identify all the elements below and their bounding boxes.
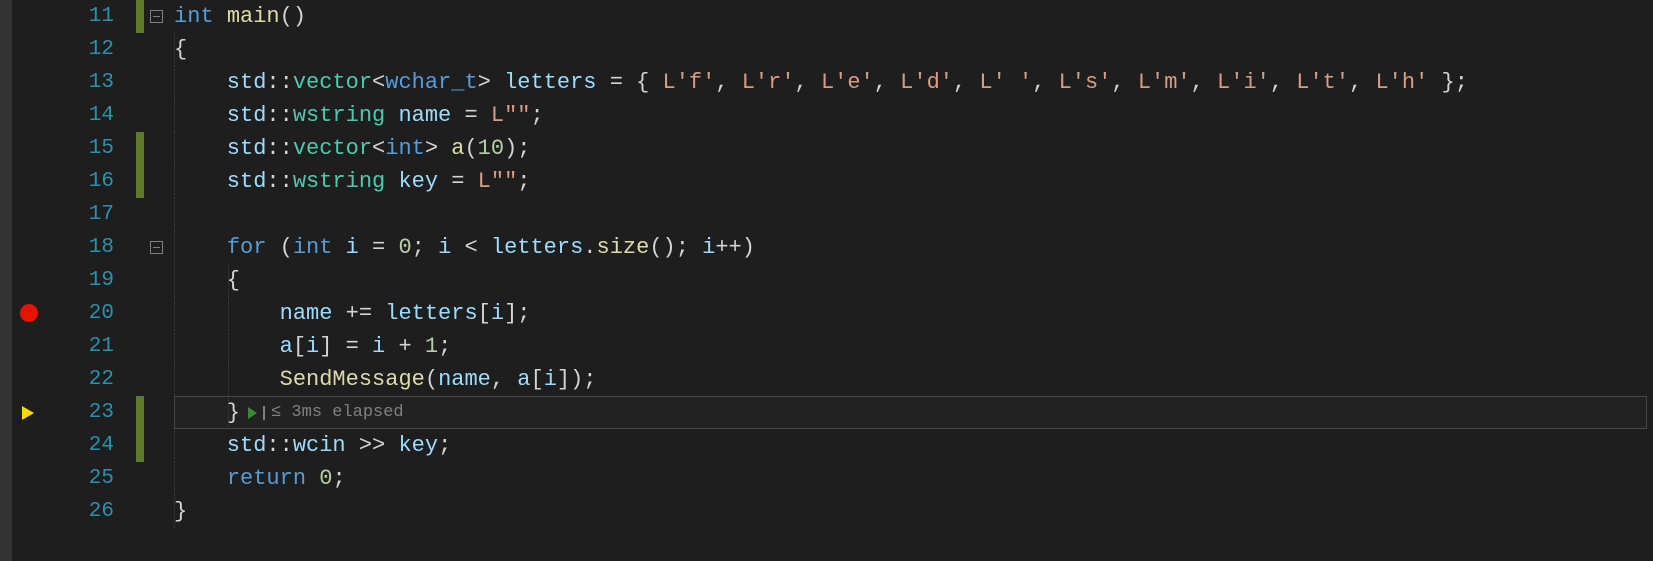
code-line[interactable]: for (int i = 0; i < letters.size(); i++)	[174, 231, 1653, 264]
line-number: 18	[46, 231, 114, 264]
fold-collapse-icon[interactable]	[150, 241, 163, 254]
change-mark	[136, 0, 144, 33]
fold-gutter[interactable]	[146, 0, 174, 561]
perf-tip[interactable]: ≤ 3ms elapsed	[248, 396, 404, 429]
play-icon	[248, 407, 257, 419]
line-number: 21	[46, 330, 114, 363]
breakpoint-gutter[interactable]	[12, 0, 46, 561]
change-mark	[136, 132, 144, 198]
code-line[interactable]: }	[174, 495, 1653, 528]
perf-tip-text: ≤ 3ms elapsed	[271, 396, 404, 429]
line-number: 16	[46, 165, 114, 198]
line-number: 11	[46, 0, 114, 33]
editor-left-strip	[0, 0, 12, 561]
line-number: 26	[46, 495, 114, 528]
code-line[interactable]: {	[174, 264, 1653, 297]
code-line[interactable]: std::vector<int> a(10);	[174, 132, 1653, 165]
line-number: 25	[46, 462, 114, 495]
code-line[interactable]	[174, 198, 1653, 231]
line-number: 15	[46, 132, 114, 165]
code-line[interactable]: {	[174, 33, 1653, 66]
code-line[interactable]: return 0;	[174, 462, 1653, 495]
code-line[interactable]: std::vector<wchar_t> letters = { L'f', L…	[174, 66, 1653, 99]
bar-icon	[263, 406, 265, 420]
line-number-gutter: 11121314151617181920212223242526	[46, 0, 136, 561]
line-number: 19	[46, 264, 114, 297]
line-number: 22	[46, 363, 114, 396]
code-line[interactable]: std::wstring key = L"";	[174, 165, 1653, 198]
line-number: 12	[46, 33, 114, 66]
line-number: 17	[46, 198, 114, 231]
code-line[interactable]: }≤ 3ms elapsed	[174, 396, 1653, 429]
line-number: 24	[46, 429, 114, 462]
breakpoint-icon[interactable]	[20, 304, 38, 322]
code-line[interactable]: SendMessage(name, a[i]);	[174, 363, 1653, 396]
change-mark	[136, 396, 144, 462]
line-number: 20	[46, 297, 114, 330]
code-line[interactable]: int main()	[174, 0, 1653, 33]
code-editor[interactable]: 11121314151617181920212223242526 int mai…	[0, 0, 1653, 561]
line-number: 23	[46, 396, 114, 429]
change-indicator-gutter	[136, 0, 146, 561]
fold-collapse-icon[interactable]	[150, 10, 163, 23]
current-line-arrow-icon	[22, 406, 34, 420]
code-line[interactable]: std::wcin >> key;	[174, 429, 1653, 462]
line-number: 14	[46, 99, 114, 132]
line-number: 13	[46, 66, 114, 99]
code-line[interactable]: a[i] = i + 1;	[174, 330, 1653, 363]
code-area[interactable]: int main(){ std::vector<wchar_t> letters…	[174, 0, 1653, 561]
code-line[interactable]: std::wstring name = L"";	[174, 99, 1653, 132]
code-line[interactable]: name += letters[i];	[174, 297, 1653, 330]
